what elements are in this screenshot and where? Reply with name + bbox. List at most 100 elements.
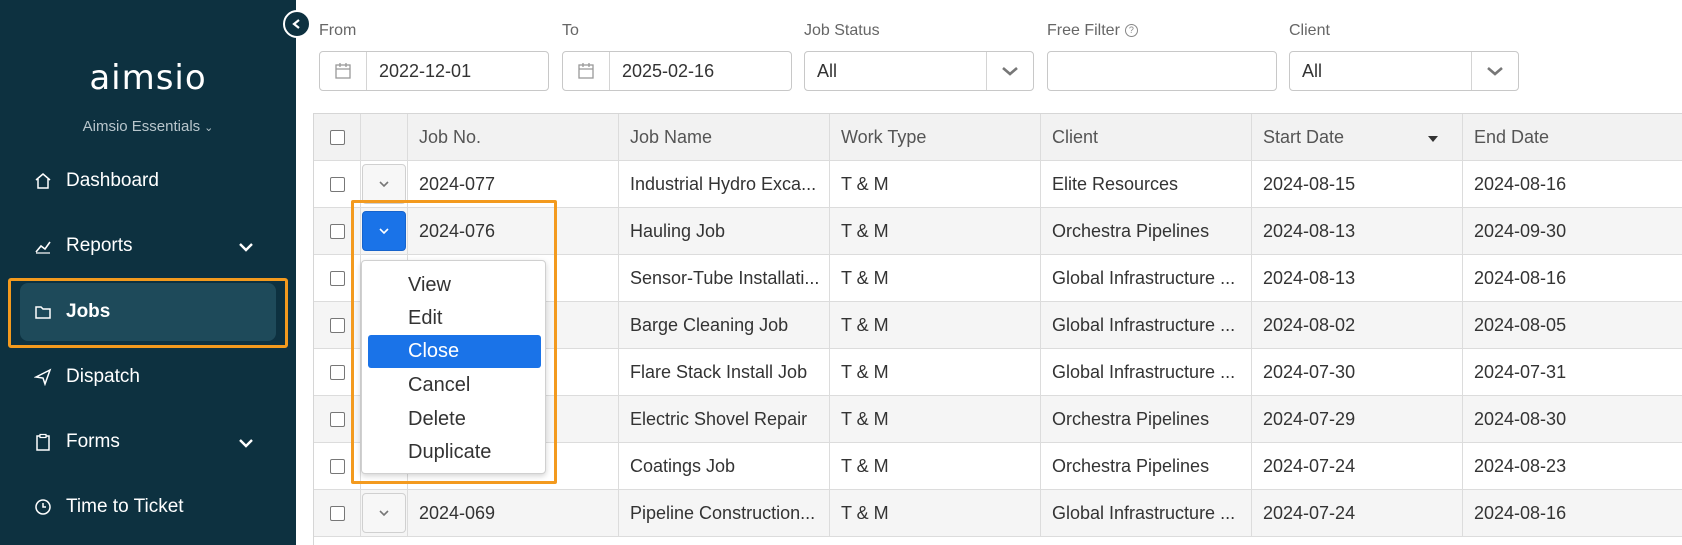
job-name-cell: Pipeline Construction... bbox=[619, 490, 830, 536]
row-select-cell bbox=[314, 396, 361, 442]
row-checkbox[interactable] bbox=[329, 364, 345, 380]
calendar-icon[interactable] bbox=[563, 52, 610, 90]
job-status-select[interactable]: All bbox=[804, 51, 1034, 91]
aimsio-logo: aimsio bbox=[89, 58, 207, 98]
from-date-field[interactable]: 2022-12-01 bbox=[319, 51, 549, 91]
start-date-cell: 2024-08-15 bbox=[1252, 161, 1463, 207]
row-action-cell bbox=[361, 161, 408, 207]
table-row[interactable]: 2024-077 Industrial Hydro Exca... T & M … bbox=[314, 161, 1682, 208]
menu-item-cancel[interactable]: Cancel bbox=[368, 369, 541, 402]
end-date-cell: 2024-08-30 bbox=[1474, 408, 1567, 429]
job-name-cell: Coatings Job bbox=[619, 443, 830, 489]
column-header-job-name[interactable]: Job Name bbox=[619, 114, 830, 160]
client-value: All bbox=[1302, 60, 1323, 81]
row-action-button[interactable] bbox=[362, 211, 406, 251]
free-filter-label-wrap: Free Filter? bbox=[1047, 22, 1138, 40]
start-date-cell: 2024-07-29 bbox=[1252, 396, 1463, 442]
sort-descending-icon bbox=[1428, 136, 1438, 142]
row-checkbox[interactable] bbox=[329, 505, 345, 521]
from-label: From bbox=[319, 22, 357, 39]
column-header-job-no[interactable]: Job No. bbox=[408, 114, 619, 160]
select-all-cell bbox=[314, 114, 361, 160]
row-select-cell bbox=[314, 255, 361, 301]
sidebar-item-time-to-ticket[interactable]: Time to Ticket bbox=[20, 478, 276, 536]
job-name-cell: Barge Cleaning Job bbox=[619, 302, 830, 348]
sidebar-item-label: Dispatch bbox=[66, 366, 140, 387]
sidebar-item-label: Forms bbox=[66, 431, 120, 452]
row-checkbox[interactable] bbox=[329, 223, 345, 239]
row-checkbox[interactable] bbox=[329, 176, 345, 192]
client-cell: Orchestra Pipelines bbox=[1041, 396, 1252, 442]
collapse-sidebar-button[interactable] bbox=[283, 10, 311, 38]
sidebar-item-label: Dashboard bbox=[66, 170, 159, 191]
start-date-cell: 2024-07-30 bbox=[1252, 349, 1463, 395]
table-row[interactable]: 2024-069 Pipeline Construction... T & M … bbox=[314, 490, 1682, 537]
end-date-cell: 2024-08-16 bbox=[1474, 502, 1567, 523]
menu-item-view[interactable]: View bbox=[368, 269, 541, 302]
table-row[interactable]: 2024-076 Hauling Job T & M Orchestra Pip… bbox=[314, 208, 1682, 255]
org-switcher[interactable]: Aimsio Essentials ⌄ bbox=[0, 118, 296, 135]
chevron-down-icon bbox=[379, 228, 389, 235]
from-date-value: 2022-12-01 bbox=[379, 60, 472, 81]
chevron-down-icon bbox=[238, 433, 254, 455]
job-name-cell: Flare Stack Install Job bbox=[619, 349, 830, 395]
sidebar-item-forms[interactable]: Forms bbox=[20, 413, 276, 471]
free-filter-input[interactable] bbox=[1047, 51, 1277, 91]
sidebar-item-reports[interactable]: Reports bbox=[20, 217, 276, 275]
sidebar-item-label: Time to Ticket bbox=[66, 496, 184, 517]
to-label: To bbox=[562, 22, 579, 39]
sidebar-item-dashboard[interactable]: Dashboard bbox=[20, 152, 276, 210]
row-select-cell bbox=[314, 443, 361, 489]
job-name-cell: Sensor-Tube Installati... bbox=[619, 255, 830, 301]
home-icon bbox=[32, 170, 54, 192]
column-header-start-date[interactable]: Start Date bbox=[1252, 114, 1463, 160]
select-all-checkbox[interactable] bbox=[329, 129, 345, 145]
row-checkbox[interactable] bbox=[329, 411, 345, 427]
row-checkbox[interactable] bbox=[329, 270, 345, 286]
column-header-work-type[interactable]: Work Type bbox=[830, 114, 1041, 160]
job-status-value: All bbox=[817, 60, 838, 81]
start-date-cell: 2024-07-24 bbox=[1252, 490, 1463, 536]
chevron-left-icon bbox=[292, 19, 300, 29]
work-type-cell: T & M bbox=[830, 443, 1041, 489]
highlight-box bbox=[8, 278, 288, 348]
work-type-cell: T & M bbox=[830, 208, 1041, 254]
client-select[interactable]: All bbox=[1289, 51, 1519, 91]
job-status-label: Job Status bbox=[804, 22, 880, 39]
chevron-down-icon bbox=[379, 181, 389, 188]
work-type-cell: T & M bbox=[830, 302, 1041, 348]
row-checkbox[interactable] bbox=[329, 317, 345, 333]
row-action-button[interactable] bbox=[362, 164, 406, 204]
chevron-down-icon: ⌄ bbox=[204, 122, 214, 134]
job-name-cell: Industrial Hydro Exca... bbox=[619, 161, 830, 207]
client-cell: Orchestra Pipelines bbox=[1041, 208, 1252, 254]
chevron-down-icon[interactable] bbox=[986, 52, 1033, 90]
sidebar-item-dispatch[interactable]: Dispatch bbox=[20, 348, 276, 406]
client-label: Client bbox=[1289, 22, 1330, 39]
client-cell: Global Infrastructure ... bbox=[1041, 349, 1252, 395]
job-name-cell: Hauling Job bbox=[619, 208, 830, 254]
work-type-cell: T & M bbox=[830, 161, 1041, 207]
row-action-cell bbox=[361, 490, 408, 536]
menu-item-delete[interactable]: Delete bbox=[368, 403, 541, 436]
client-cell: Orchestra Pipelines bbox=[1041, 443, 1252, 489]
menu-item-edit[interactable]: Edit bbox=[368, 302, 541, 335]
to-date-field[interactable]: 2025-02-16 bbox=[562, 51, 792, 91]
chevron-down-icon bbox=[379, 510, 389, 517]
send-icon bbox=[32, 366, 54, 388]
column-header-end-date[interactable]: End Date bbox=[1463, 114, 1682, 160]
row-action-menu: View Edit Close Cancel Delete Duplicate bbox=[361, 260, 546, 474]
end-date-cell: 2024-07-31 bbox=[1474, 361, 1567, 382]
end-date-cell: 2024-08-05 bbox=[1474, 314, 1567, 335]
row-checkbox[interactable] bbox=[329, 458, 345, 474]
menu-item-duplicate[interactable]: Duplicate bbox=[368, 436, 541, 469]
column-header-client[interactable]: Client bbox=[1041, 114, 1252, 160]
chevron-down-icon[interactable] bbox=[1471, 52, 1518, 90]
clock-icon bbox=[32, 496, 54, 518]
menu-item-close[interactable]: Close bbox=[368, 335, 541, 368]
row-action-button[interactable] bbox=[362, 493, 406, 533]
calendar-icon[interactable] bbox=[320, 52, 367, 90]
job-no-cell: 2024-069 bbox=[408, 490, 619, 536]
clipboard-icon bbox=[32, 431, 54, 453]
help-icon[interactable]: ? bbox=[1124, 23, 1138, 37]
